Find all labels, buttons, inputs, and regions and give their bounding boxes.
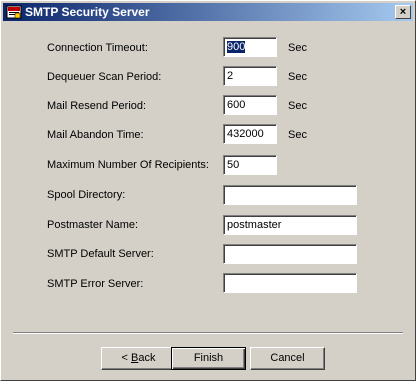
finish-button[interactable]: Finish bbox=[171, 347, 246, 370]
mail-resend-period-value: 600 bbox=[227, 99, 246, 111]
back-button-rest: ack bbox=[138, 352, 156, 364]
mail-resend-period-unit: Sec bbox=[288, 100, 307, 112]
window-title: SMTP Security Server bbox=[25, 5, 150, 19]
mail-abandon-time-label: Mail Abandon Time: bbox=[47, 129, 144, 141]
close-button[interactable]: × bbox=[395, 5, 411, 19]
smtp-default-server-field[interactable] bbox=[223, 244, 357, 264]
mail-resend-period-field[interactable]: 600 bbox=[223, 95, 277, 115]
spool-directory-field[interactable] bbox=[223, 185, 357, 205]
title-bar[interactable]: SMTP Security Server × bbox=[3, 3, 413, 21]
mail-abandon-time-field[interactable]: 432000 bbox=[223, 124, 277, 144]
max-recipients-field[interactable]: 50 bbox=[223, 155, 277, 175]
postmaster-name-field[interactable]: postmaster bbox=[223, 215, 357, 235]
close-icon: × bbox=[399, 6, 407, 18]
mail-resend-period-label: Mail Resend Period: bbox=[47, 100, 147, 112]
mail-abandon-time-unit: Sec bbox=[288, 129, 307, 141]
back-button[interactable]: < Back bbox=[101, 347, 176, 370]
back-button-prefix: < bbox=[121, 352, 131, 364]
smtp-error-server-field[interactable] bbox=[223, 273, 357, 293]
smtp-default-server-label: SMTP Default Server: bbox=[47, 248, 154, 260]
app-icon bbox=[6, 4, 22, 20]
dialog-window: SMTP Security Server × Connection Timeou… bbox=[0, 0, 416, 381]
dequeuer-scan-period-unit: Sec bbox=[288, 71, 307, 83]
connection-timeout-field[interactable]: 900 bbox=[223, 37, 277, 57]
cancel-button[interactable]: Cancel bbox=[250, 347, 325, 370]
mail-abandon-time-value: 432000 bbox=[227, 128, 264, 140]
max-recipients-label: Maximum Number Of Recipients: bbox=[47, 159, 209, 171]
dequeuer-scan-period-field[interactable]: 2 bbox=[223, 66, 277, 86]
connection-timeout-label: Connection Timeout: bbox=[47, 42, 148, 54]
connection-timeout-unit: Sec bbox=[288, 42, 307, 54]
smtp-error-server-label: SMTP Error Server: bbox=[47, 278, 144, 290]
spool-directory-label: Spool Directory: bbox=[47, 189, 126, 201]
dequeuer-scan-period-value: 2 bbox=[227, 70, 234, 82]
footer-separator bbox=[13, 332, 403, 334]
postmaster-name-label: Postmaster Name: bbox=[47, 219, 139, 231]
postmaster-name-value: postmaster bbox=[227, 219, 282, 231]
dequeuer-scan-period-label: Dequeuer Scan Period: bbox=[47, 71, 162, 83]
connection-timeout-value: 900 bbox=[227, 41, 246, 53]
max-recipients-value: 50 bbox=[227, 159, 240, 171]
